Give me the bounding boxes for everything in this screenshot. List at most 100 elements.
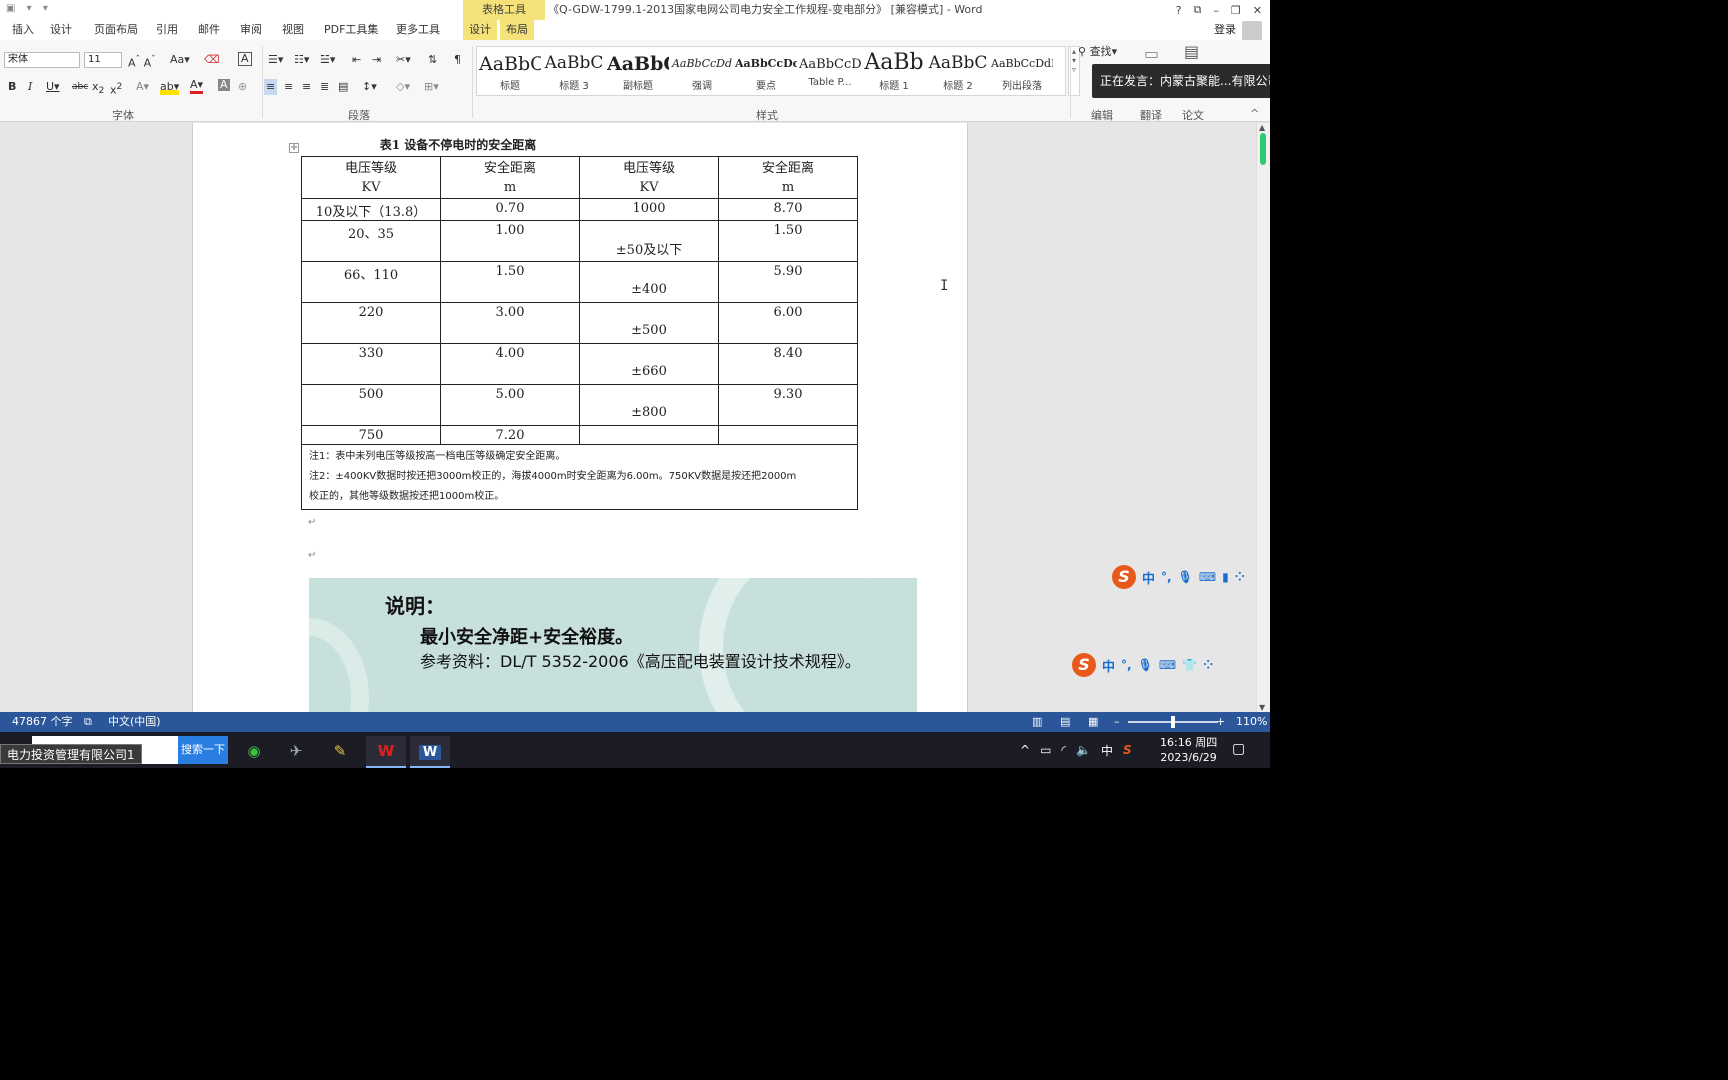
table-note-cell[interactable]: 注1：表中未列电压等级按高一档电压等级确定安全距离。 注2：±400KV数据时按… [301, 444, 858, 510]
tab-review[interactable]: 审阅 [234, 20, 268, 40]
scroll-up-icon[interactable]: ▲ [1259, 123, 1265, 132]
table-cell[interactable]: 500 [301, 384, 441, 426]
table-cell[interactable]: 20、35 [301, 220, 441, 262]
notification-icon[interactable]: ▢ [1232, 741, 1245, 757]
find-button[interactable]: ⚲ 查找▾ [1078, 44, 1117, 60]
proofing-icon[interactable]: ⧉ [84, 712, 92, 732]
tab-insert[interactable]: 插入 [6, 20, 40, 40]
table-cell[interactable]: 1000 [579, 198, 719, 221]
font-size-select[interactable]: 11 [84, 52, 122, 68]
wifi-icon[interactable]: ◜ [1061, 743, 1066, 757]
mail-app-icon[interactable]: ✈ [276, 736, 316, 768]
grow-font-icon[interactable]: Aˆ Aˇ [128, 52, 156, 72]
increase-indent-icon[interactable]: ⇥ [372, 52, 381, 68]
scroll-thumb[interactable] [1260, 133, 1266, 165]
borders-icon[interactable]: ⊞▾ [424, 79, 439, 95]
table-cell[interactable]: 10及以下（13.8） [301, 198, 441, 221]
minimize-button[interactable]: – [1213, 4, 1219, 17]
italic-icon[interactable]: I [28, 79, 32, 95]
tab-mailings[interactable]: 邮件 [192, 20, 226, 40]
table-cell[interactable]: ±400 [579, 261, 719, 303]
tab-design[interactable]: 设计 [44, 20, 78, 40]
keyboard-icon[interactable]: ⌨ [1159, 658, 1176, 672]
style-heading-3[interactable]: AaBbC 标题 3 [543, 47, 605, 97]
safety-distance-table[interactable]: 电压等级 KV 安全距离 m 电压等级 KV 安全距离 m 10及以下（13.8） 0.… [301, 156, 858, 510]
zoom-out-icon[interactable]: – [1114, 712, 1120, 732]
tab-more-tools[interactable]: 更多工具 [390, 20, 446, 40]
translate-icon[interactable]: ▭ [1144, 46, 1159, 62]
table-cell[interactable]: ±500 [579, 302, 719, 344]
ime-language[interactable]: 中 [1102, 656, 1115, 675]
table-cell[interactable]: ±50及以下 [579, 220, 719, 262]
language-indicator[interactable]: 中文(中国) [108, 712, 161, 732]
style-key-point[interactable]: AaBbCcDc 要点 [735, 47, 797, 97]
show-marks-icon[interactable]: ¶ [454, 52, 461, 68]
quick-access-toolbar[interactable]: ▣ ▾ ▾ [6, 3, 52, 14]
wps-app-icon[interactable]: W [366, 736, 406, 768]
table-cell[interactable]: 220 [301, 302, 441, 344]
header-cell[interactable]: 安全距离 m [718, 156, 858, 199]
distributed-icon[interactable]: ▤ [338, 79, 348, 95]
bold-icon[interactable]: B [8, 79, 16, 95]
style-subtitle[interactable]: AaBbC 副标题 [607, 47, 669, 97]
toolbox-icon[interactable]: ⁘ [1235, 570, 1245, 584]
style-list-paragraph[interactable]: AaBbCcDdI 列出段落 [991, 47, 1053, 97]
table-cell[interactable]: 0.70 [440, 198, 580, 221]
font-name-select[interactable]: 宋体 [4, 52, 80, 68]
microphone-icon[interactable]: 🎙 [1138, 658, 1153, 672]
zoom-level[interactable]: 110% [1236, 712, 1267, 732]
word-app-icon[interactable]: W [410, 736, 450, 768]
tab-view[interactable]: 视图 [276, 20, 310, 40]
table-cell[interactable]: ±660 [579, 343, 719, 385]
search-button[interactable]: 搜索一下 [178, 736, 228, 764]
table-cell[interactable]: 1.50 [718, 220, 858, 262]
style-heading-2[interactable]: AaBbC 标题 2 [927, 47, 989, 97]
font-color-icon[interactable]: A▾ [190, 79, 204, 94]
paper-icon[interactable]: ▤ [1184, 44, 1199, 60]
zoom-slider-thumb[interactable] [1171, 716, 1175, 728]
punctuation-icon[interactable]: °, [1121, 658, 1132, 672]
table-cell[interactable]: ±800 [579, 384, 719, 426]
tab-page-layout[interactable]: 页面布局 [88, 20, 144, 40]
browser-app-icon[interactable]: ◉ [234, 736, 274, 768]
table-cell[interactable]: 8.70 [718, 198, 858, 221]
help-icon[interactable]: ? [1176, 4, 1182, 17]
highlight-icon[interactable]: ab▾ [160, 79, 180, 95]
scroll-down-icon[interactable]: ▼ [1259, 703, 1265, 712]
table-cell[interactable]: 330 [301, 343, 441, 385]
line-spacing-icon[interactable]: ↕▾ [362, 79, 377, 95]
superscript-icon[interactable]: x2 [110, 79, 122, 99]
align-left-icon[interactable]: ≡ [264, 79, 278, 95]
microphone-icon[interactable]: 🎙 [1178, 570, 1193, 584]
style-table-paragraph[interactable]: AaBbCcD Table P... [799, 47, 861, 97]
sogou-logo-icon[interactable]: S [1112, 565, 1136, 589]
decrease-indent-icon[interactable]: ⇤ [352, 52, 361, 68]
battery-icon[interactable]: ▭ [1040, 743, 1051, 757]
table-cell[interactable]: 6.00 [718, 302, 858, 344]
multilevel-list-icon[interactable]: ☱▾ [320, 52, 335, 68]
word-count[interactable]: 47867 个字 [12, 712, 73, 732]
char-shading-icon[interactable]: A [218, 79, 230, 91]
clear-format-icon[interactable]: ⌫ [204, 52, 220, 68]
ime-language[interactable]: 中 [1142, 568, 1155, 587]
tab-table-design[interactable]: 设计 [463, 20, 497, 40]
table-cell[interactable]: 1.00 [440, 220, 580, 262]
sort-icon[interactable]: ⇅ [428, 52, 437, 68]
strikethrough-icon[interactable]: abc [72, 79, 88, 95]
sogou-logo-icon[interactable]: S [1072, 653, 1096, 677]
table-cell[interactable]: 66、110 [301, 261, 441, 303]
style-title[interactable]: AaBbC 标题 [479, 47, 541, 97]
avatar[interactable] [1242, 21, 1262, 41]
change-case-icon[interactable]: Aa▾ [170, 52, 190, 68]
web-layout-icon[interactable]: ▦ [1088, 712, 1098, 732]
ime-toolbar[interactable]: S 中 °, 🎙 ⌨ 👕 ⁘ [1072, 653, 1213, 677]
header-cell[interactable]: 安全距离 m [440, 156, 580, 199]
shading-icon[interactable]: ◇▾ [396, 79, 410, 95]
table-cell[interactable]: 5.00 [440, 384, 580, 426]
subscript-icon[interactable]: x2 [92, 79, 104, 99]
print-layout-icon[interactable]: ▤ [1060, 712, 1070, 732]
collapse-ribbon-icon[interactable]: ^ [1250, 106, 1259, 122]
shirt-icon[interactable]: 👕 [1182, 658, 1197, 672]
table-cell[interactable]: 5.90 [718, 261, 858, 303]
header-cell[interactable]: 电压等级 KV [579, 156, 719, 199]
